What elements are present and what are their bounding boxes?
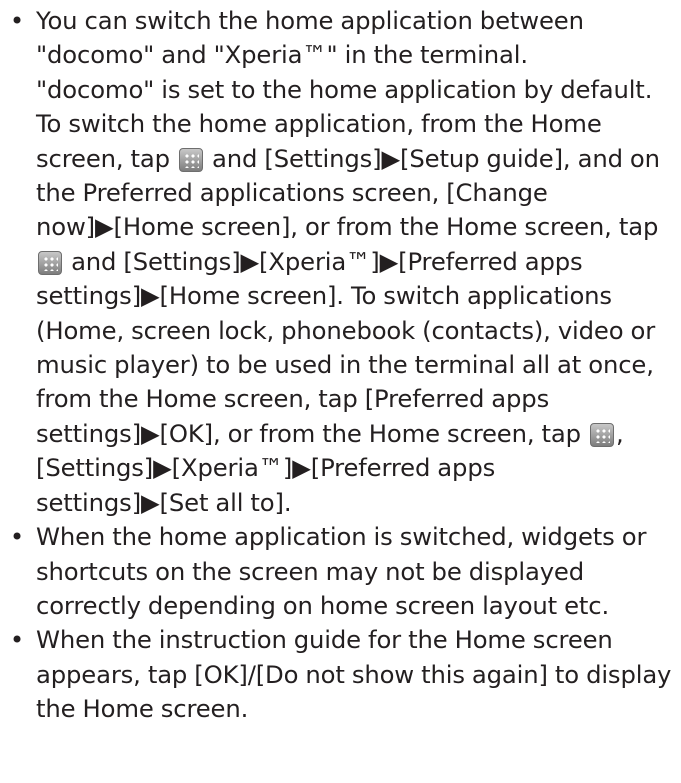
text-segment: shortcuts on the screen may not be displ…: [36, 556, 584, 586]
text-line: now]▶[Home screen], or from the Home scr…: [36, 210, 681, 244]
text-line: and [Settings]▶[Xperia™]▶[Preferred apps: [36, 245, 681, 279]
text-line: settings]▶[Home screen]. To switch appli…: [36, 279, 681, 313]
text-line: "docomo" and "Xperia™" in the terminal.: [36, 38, 681, 72]
bullet-marker: •: [9, 522, 25, 552]
text-line: When the home application is switched, w…: [36, 520, 681, 554]
text-line: appears, tap [OK]/[Do not show this agai…: [36, 658, 681, 692]
text-line: You can switch the home application betw…: [36, 4, 681, 38]
text-segment: and [Settings]▶[Xperia™]▶[Preferred apps: [64, 246, 583, 276]
text-segment: (Home, screen lock, phonebook (contacts)…: [36, 315, 656, 345]
bullet-item: • When the instruction guide for the Home…: [0, 623, 681, 726]
text-line: [Settings]▶[Xperia™]▶[Preferred apps: [36, 451, 681, 485]
bullet-marker: •: [9, 6, 25, 35]
menu-grid-icon: [589, 422, 614, 447]
text-segment: When the instruction guide for the Home …: [36, 625, 613, 655]
bullet-item: • You can switch the home application bet…: [0, 4, 681, 520]
document-body: • You can switch the home application bet…: [0, 4, 681, 727]
text-line: from the Home screen, tap [Preferred app…: [36, 382, 681, 416]
text-segment: appears, tap [OK]/[Do not show this agai…: [36, 659, 672, 689]
text-segment: When the home application is switched, w…: [36, 522, 647, 552]
text-segment: [Settings]▶[Xperia™]▶[Preferred apps: [36, 453, 496, 483]
text-line: (Home, screen lock, phonebook (contacts)…: [36, 314, 681, 348]
menu-grid-icon: [178, 147, 203, 172]
text-line: "docomo" is set to the home application …: [36, 73, 681, 107]
text-line: When the instruction guide for the Home …: [36, 623, 681, 657]
text-segment: screen, tap: [36, 143, 177, 173]
text-line: shortcuts on the screen may not be displ…: [36, 555, 681, 589]
text-segment: the Home screen.: [36, 694, 249, 724]
text-line: correctly depending on home screen layou…: [36, 589, 681, 623]
text-segment: and [Settings]▶[Setup guide], and on: [204, 143, 660, 173]
text-line: the Home screen.: [36, 692, 681, 726]
text-segment: settings]▶[Set all to].: [36, 487, 292, 517]
bullet-marker: •: [9, 625, 25, 655]
text-segment: the Preferred applications screen, [Chan…: [36, 178, 548, 208]
text-segment: correctly depending on home screen layou…: [36, 590, 610, 620]
text-line: the Preferred applications screen, [Chan…: [36, 176, 681, 210]
text-line: settings]▶[OK], or from the Home screen,…: [36, 417, 681, 451]
text-segment: "docomo" and "Xperia™" in the terminal.: [36, 40, 528, 70]
text-segment: You can switch the home application betw…: [36, 6, 584, 35]
text-segment: settings]▶[OK], or from the Home screen,…: [36, 418, 588, 448]
text-segment: from the Home screen, tap [Preferred app…: [36, 384, 550, 414]
text-segment: music player) to be used in the terminal…: [36, 350, 654, 380]
text-segment: settings]▶[Home screen]. To switch appli…: [36, 281, 612, 311]
text-line: To switch the home application, from the…: [36, 107, 681, 141]
bullet-item: • When the home application is switched, …: [0, 520, 681, 623]
text-segment: "docomo" is set to the home application …: [36, 74, 653, 104]
menu-grid-icon: [38, 250, 62, 275]
text-line: screen, tap and [Settings]▶[Setup guide]…: [36, 142, 681, 176]
text-segment: now]▶[Home screen], or from the Home scr…: [36, 212, 659, 242]
text-line: music player) to be used in the terminal…: [36, 348, 681, 382]
text-segment: ,: [615, 418, 624, 448]
text-line: settings]▶[Set all to].: [36, 486, 681, 520]
text-segment: To switch the home application, from the…: [36, 109, 602, 139]
